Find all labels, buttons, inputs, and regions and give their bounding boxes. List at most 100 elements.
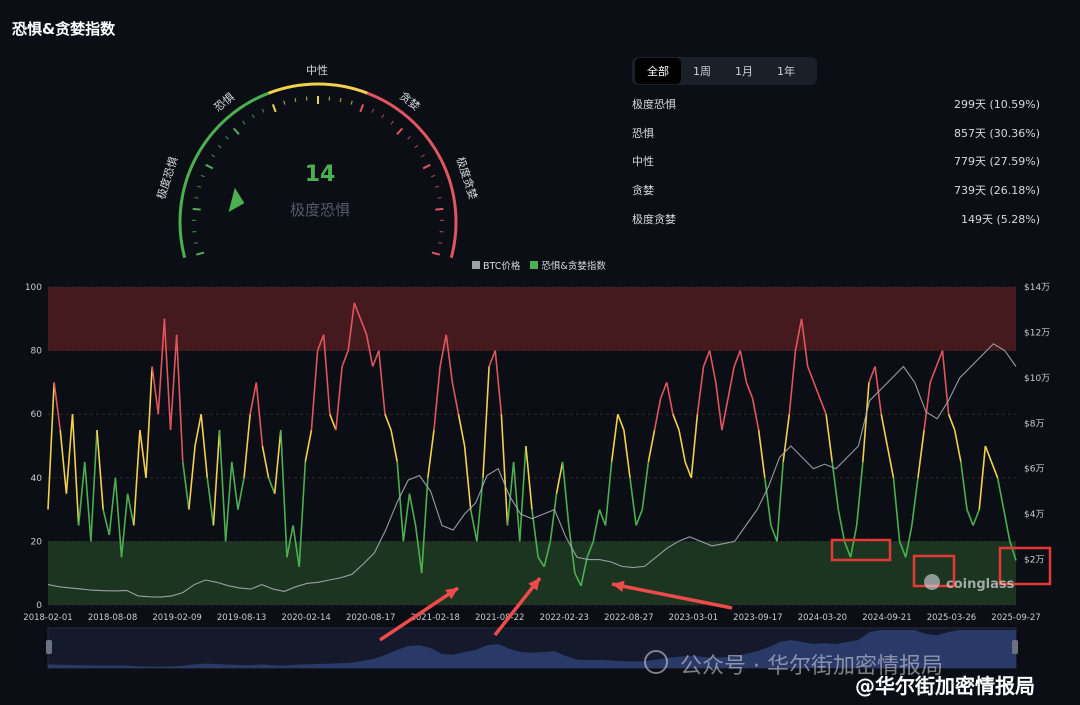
fgi-segment bbox=[126, 493, 135, 526]
fgi-segment bbox=[996, 477, 1005, 510]
fgi-segment bbox=[672, 413, 680, 431]
y-right-tick-label: $4万 bbox=[1024, 510, 1044, 520]
x-tick-label: 2022-02-23 bbox=[540, 613, 589, 623]
x-tick-label: 2020-08-17 bbox=[346, 613, 395, 623]
x-tick-label: 2020-02-14 bbox=[281, 613, 330, 623]
y-right-tick-label: $14万 bbox=[1024, 283, 1050, 293]
fgi-segment bbox=[917, 429, 925, 478]
x-tick-label: 2019-02-09 bbox=[152, 613, 201, 623]
fgi-segment bbox=[690, 414, 699, 478]
fgi-segment bbox=[733, 350, 742, 367]
fgi-segment bbox=[561, 461, 570, 526]
fgi-segment bbox=[396, 461, 405, 542]
fgi-segment bbox=[923, 382, 932, 431]
fgi-segment bbox=[886, 445, 895, 478]
fgi-segment bbox=[206, 477, 215, 526]
fgi-segment bbox=[684, 461, 693, 479]
fgi-segment bbox=[715, 382, 723, 431]
fgi-segment bbox=[696, 366, 705, 415]
fgi-segment bbox=[139, 429, 147, 478]
fgi-segment bbox=[862, 382, 870, 462]
fgi-segment bbox=[181, 461, 190, 510]
zone-band bbox=[48, 287, 1016, 351]
fgi-segment bbox=[390, 429, 399, 463]
x-tick-label: 2018-08-08 bbox=[88, 613, 137, 623]
zone-band bbox=[48, 541, 1016, 605]
fgi-segment bbox=[194, 414, 202, 447]
fgi-segment bbox=[525, 445, 533, 510]
watermark-handle: @华尔街加密情报局 bbox=[855, 674, 1035, 698]
y-left-tick-label: 80 bbox=[31, 347, 43, 357]
fgi-segment bbox=[310, 350, 319, 431]
fgi-segment bbox=[960, 461, 968, 510]
x-tick-label: 2025-09-27 bbox=[991, 613, 1040, 623]
fgi-segment bbox=[635, 509, 644, 526]
fgi-segment bbox=[739, 350, 748, 383]
x-tick-label: 2021-08-22 bbox=[475, 613, 524, 623]
fgi-segment bbox=[500, 414, 509, 526]
fgi-segment bbox=[598, 509, 607, 526]
fgi-segment bbox=[825, 414, 833, 463]
fgi-segment bbox=[280, 430, 288, 558]
x-tick-label: 2024-03-20 bbox=[798, 613, 847, 623]
y-left-tick-label: 0 bbox=[36, 601, 42, 611]
fgi-segment bbox=[102, 509, 111, 536]
fgi-segment bbox=[788, 350, 797, 415]
fgi-segment bbox=[408, 493, 417, 526]
fgi-segment bbox=[335, 366, 343, 431]
fgi-segment bbox=[83, 461, 92, 542]
fgi-segment bbox=[953, 429, 962, 463]
navigator-handle-right bbox=[1012, 640, 1018, 654]
fgi-segment bbox=[911, 477, 919, 526]
coinglass-logo-icon bbox=[924, 574, 940, 590]
fgi-segment bbox=[65, 414, 74, 494]
fgi-segment bbox=[892, 477, 901, 542]
y-left-tick-label: 60 bbox=[31, 410, 43, 420]
fgi-segment bbox=[610, 414, 619, 463]
fgi-segment bbox=[482, 366, 490, 478]
fear-greed-chart: 0 20 40 60 80 100 $2万 $4万 $6万 $8万 $10万 $12万 $14万 2018… bbox=[23, 283, 1052, 674]
fgi-segment bbox=[868, 366, 876, 383]
y-left-tick-label: 20 bbox=[31, 537, 43, 547]
fgi-segment bbox=[243, 414, 251, 478]
navigator-handle-left bbox=[46, 640, 52, 654]
fgi-segment bbox=[273, 430, 282, 494]
fgi-segment bbox=[708, 350, 717, 383]
x-tick-label: 2018-02-01 bbox=[23, 613, 72, 623]
fgi-segment bbox=[972, 509, 980, 526]
fgi-segment bbox=[831, 461, 840, 510]
fgi-segment bbox=[304, 429, 313, 463]
fgi-segment bbox=[512, 461, 521, 542]
fgi-segment bbox=[727, 366, 735, 399]
y-left-tick-label: 100 bbox=[25, 283, 42, 293]
fgi-segment bbox=[378, 350, 386, 415]
fgi-segment bbox=[984, 445, 993, 463]
fgi-segment bbox=[702, 350, 711, 367]
fgi-segment bbox=[678, 429, 686, 463]
fgi-segment bbox=[427, 429, 435, 478]
fgi-segment bbox=[494, 350, 503, 415]
fgi-segment bbox=[433, 366, 441, 431]
fgi-segment bbox=[555, 461, 564, 494]
y-right-tick-label: $2万 bbox=[1024, 556, 1044, 566]
fgi-segment bbox=[757, 429, 766, 478]
fgi-segment bbox=[200, 414, 209, 478]
fgi-segment bbox=[1002, 509, 1011, 542]
fgi-segment bbox=[261, 445, 270, 478]
fgi-segment bbox=[617, 413, 625, 431]
fgi-segment bbox=[549, 493, 558, 542]
fgi-segment bbox=[659, 382, 668, 399]
fgi-segment bbox=[77, 461, 86, 526]
fgi-segment bbox=[218, 430, 227, 542]
fgi-segment bbox=[469, 509, 478, 542]
x-tick-label: 2025-03-26 bbox=[927, 613, 976, 623]
fgi-segment bbox=[604, 461, 613, 526]
y-left-tick-label: 40 bbox=[31, 474, 43, 484]
fgi-segment bbox=[623, 429, 631, 478]
fgi-segment bbox=[224, 461, 233, 542]
fgi-segment bbox=[53, 382, 62, 431]
fgi-segment bbox=[929, 366, 938, 383]
x-tick-label: 2022-08-27 bbox=[604, 613, 653, 623]
fgi-segment bbox=[71, 414, 80, 526]
fgi-segment bbox=[629, 477, 637, 526]
